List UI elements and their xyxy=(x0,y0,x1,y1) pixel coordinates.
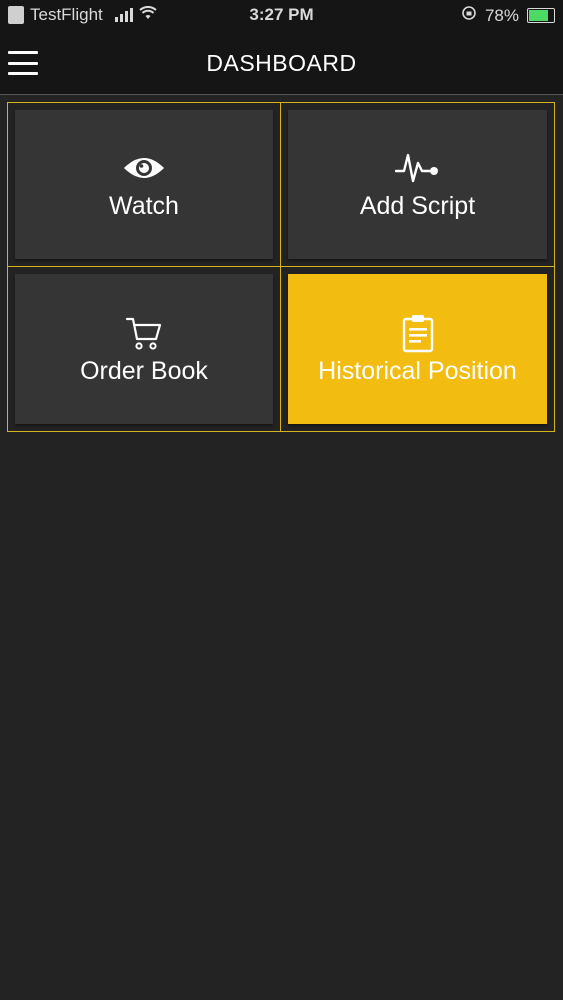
battery-icon xyxy=(527,8,555,23)
order-book-tile[interactable]: Order Book xyxy=(15,274,273,424)
tile-label: Add Script xyxy=(359,192,476,220)
watch-tile[interactable]: Watch xyxy=(15,110,273,259)
grid-cell-order-book: Order Book xyxy=(8,267,281,431)
pulse-icon xyxy=(394,148,441,188)
orientation-lock-icon xyxy=(461,5,477,26)
grid-cell-add-script: Add Script xyxy=(281,103,554,267)
clipboard-icon xyxy=(401,313,435,353)
grid-cell-watch: Watch xyxy=(8,103,281,267)
battery-fill xyxy=(529,10,548,21)
eye-icon xyxy=(123,148,165,188)
grid-cell-historical-position: Historical Position xyxy=(281,267,554,431)
tile-label: Historical Position xyxy=(318,356,517,385)
page-title: DASHBOARD xyxy=(206,50,357,76)
add-script-tile[interactable]: Add Script xyxy=(288,110,547,259)
tile-label: Order Book xyxy=(80,356,208,385)
historical-position-tile[interactable]: Historical Position xyxy=(288,274,547,424)
cart-icon xyxy=(125,313,163,353)
status-right: 78% xyxy=(461,5,555,26)
status-bar: TestFlight 3:27 PM 78% xyxy=(0,0,563,32)
nav-bar: DASHBOARD xyxy=(0,32,563,95)
dashboard-screen: TestFlight 3:27 PM 78% DASHBOARD Watch A… xyxy=(0,0,563,1000)
dashboard-grid: Watch Add Script Order Book Historical P… xyxy=(7,102,555,432)
tile-label: Watch xyxy=(109,192,179,220)
battery-percent: 78% xyxy=(484,5,519,25)
